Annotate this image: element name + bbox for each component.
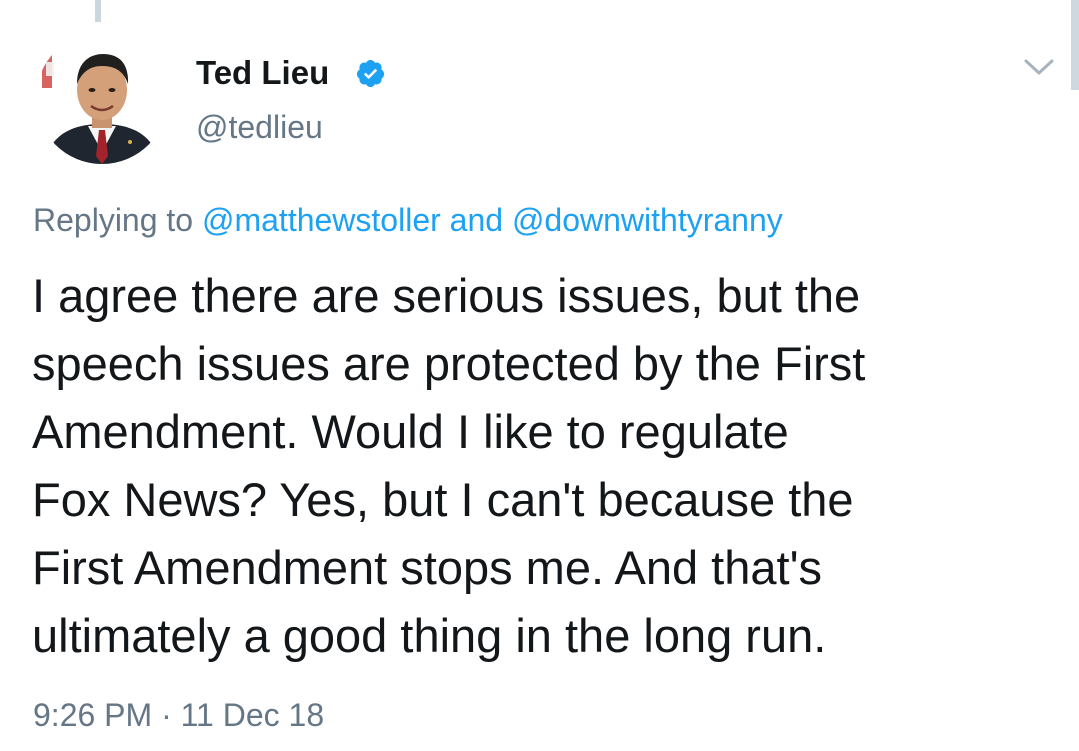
verified-badge-icon xyxy=(356,59,385,88)
mention-link[interactable]: @matthewstoller xyxy=(202,202,441,238)
tweet-text-line: First Amendment stops me. And that's xyxy=(32,541,823,594)
scrollbar-thumb[interactable] xyxy=(1071,0,1079,90)
mention-link[interactable]: @downwithtyranny xyxy=(512,202,783,238)
avatar[interactable] xyxy=(36,32,168,164)
avatar-photo xyxy=(36,32,168,164)
chevron-down-icon[interactable] xyxy=(1022,54,1056,80)
tweet-text: I agree there are serious issues, but th… xyxy=(32,262,1042,670)
tweet-text-line: speech issues are protected by the First xyxy=(32,337,866,390)
tweet-text-line: Amendment. Would I like to regulate xyxy=(32,405,789,458)
tweet-text-line: ultimately a good thing in the long run. xyxy=(32,609,827,662)
tweet-text-line: I agree there are serious issues, but th… xyxy=(32,269,861,322)
replying-to-label: Replying to xyxy=(33,202,194,238)
timestamp-separator: · xyxy=(161,697,172,733)
scrollbar-track[interactable] xyxy=(1071,0,1079,90)
tweet-time: 9:26 PM xyxy=(33,697,153,733)
replying-to-line: Replying to @matthewstoller and @downwit… xyxy=(33,198,783,242)
thread-connector-line xyxy=(95,0,101,22)
author-handle[interactable]: @tedlieu xyxy=(196,107,323,147)
tweet-timestamp[interactable]: 9:26 PM · 11 Dec 18 xyxy=(33,694,324,736)
tweet-date: 11 Dec 18 xyxy=(180,697,325,733)
author-name[interactable]: Ted Lieu xyxy=(196,53,329,93)
tweet-text-line: Fox News? Yes, but I can't because the xyxy=(32,473,854,526)
mention-joiner[interactable]: and xyxy=(450,202,503,238)
